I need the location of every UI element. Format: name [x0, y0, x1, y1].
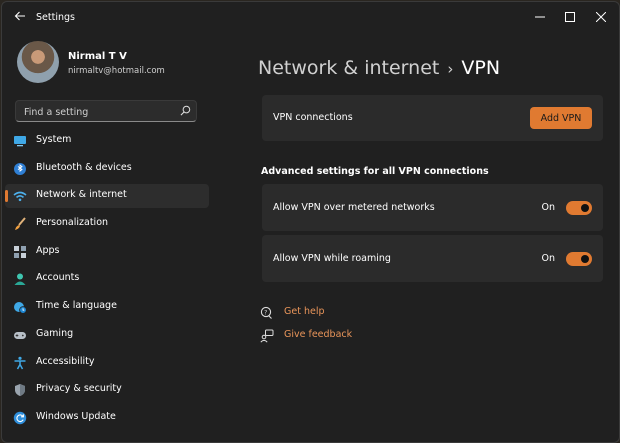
user-email: nirmaltv@hotmail.com — [68, 66, 165, 76]
sidebar-item-network[interactable]: Network & internet — [5, 184, 209, 209]
metered-toggle-state: On — [541, 202, 556, 213]
give-feedback-link[interactable]: Give feedback — [284, 329, 352, 340]
page-title: VPN — [461, 57, 501, 79]
bluetooth-icon — [14, 162, 26, 175]
apps-icon — [14, 245, 26, 258]
user-name: Nirmal T V — [68, 51, 127, 62]
globe-clock-icon — [14, 302, 27, 314]
roaming-label: Allow VPN while roaming — [273, 253, 391, 264]
feedback-icon — [260, 329, 274, 343]
maximize-icon — [565, 12, 575, 22]
vpn-connections-card: VPN connections Add VPN — [262, 95, 603, 141]
sidebar-item-bluetooth[interactable]: Bluetooth & devices — [5, 157, 209, 181]
sidebar-item-apps[interactable]: Apps — [5, 240, 209, 264]
sidebar-item-label: Accessibility — [36, 355, 95, 367]
sidebar-item-accounts[interactable]: Accounts — [5, 267, 209, 291]
minimize-icon — [535, 16, 545, 18]
sidebar-nav: System Bluetooth & devices Network & int… — [5, 129, 209, 434]
avatar[interactable] — [17, 41, 59, 83]
sidebar-item-personalization[interactable]: Personalization — [5, 212, 209, 236]
back-arrow-icon[interactable] — [12, 10, 28, 26]
search-input[interactable] — [22, 104, 181, 120]
search-icon[interactable] — [180, 105, 191, 116]
get-help-link[interactable]: Get help — [284, 306, 325, 317]
sidebar-item-label: System — [36, 134, 72, 145]
sidebar-item-gaming[interactable]: Gaming — [5, 323, 209, 347]
sidebar-item-label: Bluetooth & devices — [36, 161, 132, 173]
minimize-button[interactable] — [525, 6, 555, 28]
help-chat-icon: ? — [260, 306, 272, 319]
settings-window: Settings Nirmal T V nirmaltv@hotmail.com… — [1, 1, 620, 443]
close-button[interactable] — [586, 6, 616, 28]
toggle-knob — [581, 204, 589, 212]
person-icon — [14, 273, 26, 286]
close-icon — [596, 12, 606, 22]
toggle-knob — [581, 255, 589, 263]
breadcrumb-parent[interactable]: Network & internet — [258, 57, 439, 79]
svg-text:?: ? — [264, 309, 267, 316]
sidebar-item-time-language[interactable]: Time & language — [5, 295, 209, 319]
sidebar-item-label: Gaming — [36, 327, 74, 339]
vpn-connections-label: VPN connections — [273, 112, 353, 123]
advanced-settings-heading: Advanced settings for all VPN connection… — [261, 166, 489, 177]
sidebar-item-label: Personalization — [36, 217, 109, 229]
monitor-icon — [14, 136, 26, 147]
sidebar-item-windows-update[interactable]: Windows Update — [5, 406, 209, 430]
add-vpn-button[interactable]: Add VPN — [530, 107, 592, 129]
sidebar-item-label: Apps — [36, 244, 60, 256]
gamepad-icon — [14, 331, 26, 339]
wifi-icon — [13, 192, 27, 202]
metered-toggle[interactable] — [566, 201, 592, 215]
title-bar: Settings — [2, 2, 619, 34]
sidebar-item-accessibility[interactable]: Accessibility — [5, 351, 209, 375]
sidebar-item-system[interactable]: System — [5, 129, 209, 153]
sidebar-item-label: Network & internet — [36, 189, 127, 201]
roaming-card: Allow VPN while roaming On — [262, 235, 603, 282]
search-box[interactable] — [15, 100, 197, 122]
sidebar-item-label: Privacy & security — [36, 383, 122, 395]
roaming-toggle-state: On — [541, 253, 556, 264]
sidebar-item-label: Time & language — [36, 300, 117, 312]
metered-networks-label: Allow VPN over metered networks — [273, 202, 435, 213]
sidebar-item-label: Windows Update — [36, 410, 116, 422]
accessibility-icon — [14, 356, 26, 369]
maximize-button[interactable] — [555, 6, 585, 28]
refresh-icon — [13, 411, 27, 425]
sidebar-item-privacy[interactable]: Privacy & security — [5, 378, 209, 402]
shield-icon — [15, 384, 25, 397]
metered-networks-card: Allow VPN over metered networks On — [262, 184, 603, 231]
roaming-toggle[interactable] — [566, 252, 592, 266]
breadcrumb: Network & internet › VPN — [258, 57, 500, 79]
brush-icon — [15, 217, 26, 231]
sidebar-item-label: Accounts — [36, 272, 80, 284]
app-title: Settings — [36, 12, 75, 23]
chevron-right-icon: › — [447, 60, 454, 78]
